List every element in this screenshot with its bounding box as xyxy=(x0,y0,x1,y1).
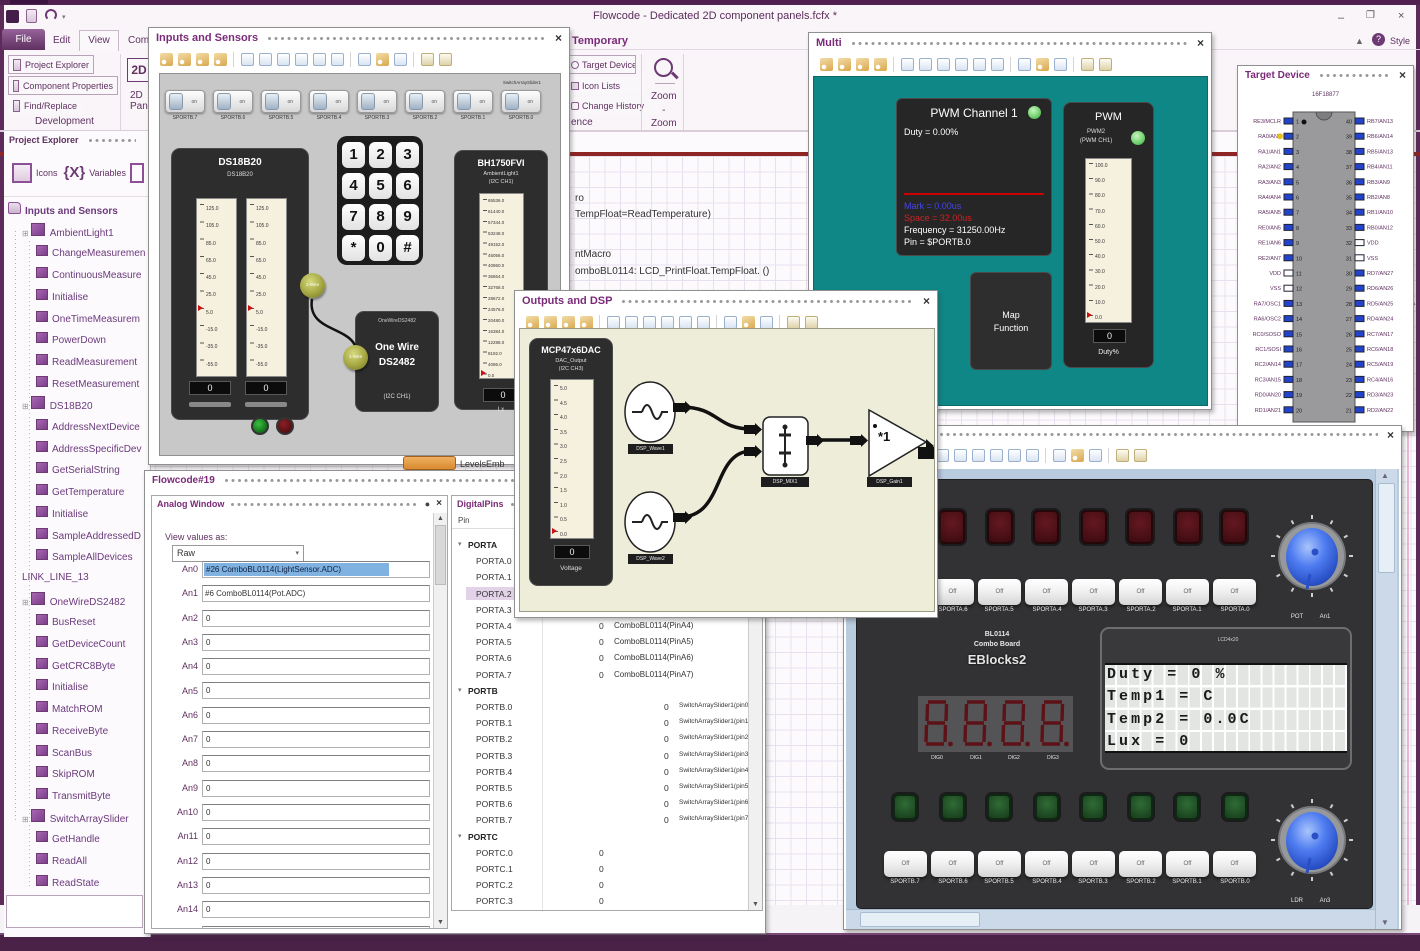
svg-text:9: 9 xyxy=(1296,241,1299,247)
svg-text:RC7/AN17: RC7/AN17 xyxy=(1367,332,1393,338)
svg-text:6: 6 xyxy=(1296,196,1299,202)
svg-text:RD1/AN21: RD1/AN21 xyxy=(1255,408,1281,414)
svg-text:18: 18 xyxy=(1296,378,1302,384)
svg-text:RC3/AN15: RC3/AN15 xyxy=(1255,377,1281,383)
svg-text:RD2/AN22: RD2/AN22 xyxy=(1367,408,1393,414)
svg-text:RA2/AN2: RA2/AN2 xyxy=(1258,165,1281,171)
svg-text:RC6/AN18: RC6/AN18 xyxy=(1367,347,1393,353)
svg-text:37: 37 xyxy=(1346,165,1352,171)
svg-text:16: 16 xyxy=(1296,348,1302,354)
svg-text:RD7/AN27: RD7/AN27 xyxy=(1367,271,1393,277)
svg-text:RD0/AN20: RD0/AN20 xyxy=(1255,393,1281,399)
svg-text:RD5/AN25: RD5/AN25 xyxy=(1367,301,1393,307)
svg-text:VDD: VDD xyxy=(1367,241,1379,247)
svg-text:24: 24 xyxy=(1346,363,1352,369)
svg-text:30: 30 xyxy=(1346,272,1352,278)
svg-text:12: 12 xyxy=(1296,287,1302,293)
svg-text:31: 31 xyxy=(1346,256,1352,262)
svg-text:15: 15 xyxy=(1296,332,1302,338)
svg-text:1: 1 xyxy=(1296,120,1299,126)
svg-text:RB7/AN13: RB7/AN13 xyxy=(1367,119,1393,125)
svg-text:RB3/AN9: RB3/AN9 xyxy=(1367,180,1390,186)
svg-text:2: 2 xyxy=(1296,135,1299,141)
svg-text:38: 38 xyxy=(1346,150,1352,156)
svg-text:RD3/AN23: RD3/AN23 xyxy=(1367,393,1393,399)
svg-text:28: 28 xyxy=(1346,302,1352,308)
svg-text:VSS: VSS xyxy=(1367,256,1378,262)
svg-text:39: 39 xyxy=(1346,135,1352,141)
svg-text:26: 26 xyxy=(1346,332,1352,338)
svg-text:RB1/AN10: RB1/AN10 xyxy=(1367,210,1393,216)
svg-text:36: 36 xyxy=(1346,180,1352,186)
svg-text:RC5/AN19: RC5/AN19 xyxy=(1367,362,1393,368)
svg-text:3: 3 xyxy=(1296,150,1299,156)
svg-text:13: 13 xyxy=(1296,302,1302,308)
svg-text:23: 23 xyxy=(1346,378,1352,384)
svg-text:VSS: VSS xyxy=(1270,286,1281,292)
svg-text:8: 8 xyxy=(1296,226,1299,232)
svg-text:17: 17 xyxy=(1296,363,1302,369)
svg-text:RC2/AN14: RC2/AN14 xyxy=(1255,362,1281,368)
svg-text:RE2/AN7: RE2/AN7 xyxy=(1258,256,1281,262)
svg-text:RE3/MCLR: RE3/MCLR xyxy=(1253,119,1281,125)
svg-text:4: 4 xyxy=(1296,165,1299,171)
svg-text:7: 7 xyxy=(1296,211,1299,217)
svg-text:RC4/AN16: RC4/AN16 xyxy=(1367,377,1393,383)
svg-text:RE1/AN6: RE1/AN6 xyxy=(1258,241,1281,247)
svg-text:RB4/AN11: RB4/AN11 xyxy=(1367,165,1393,171)
svg-text:14: 14 xyxy=(1296,317,1302,323)
svg-text:27: 27 xyxy=(1346,317,1352,323)
svg-text:32: 32 xyxy=(1346,241,1352,247)
svg-text:25: 25 xyxy=(1346,348,1352,354)
svg-text:34: 34 xyxy=(1346,211,1352,217)
svg-text:22: 22 xyxy=(1346,393,1352,399)
svg-text:RA3/AN3: RA3/AN3 xyxy=(1258,180,1281,186)
svg-text:*1: *1 xyxy=(878,429,890,444)
svg-text:RA7/OSC1: RA7/OSC1 xyxy=(1254,301,1281,307)
svg-text:RB2/AN8: RB2/AN8 xyxy=(1367,195,1390,201)
svg-text:RA4/AN4: RA4/AN4 xyxy=(1258,195,1281,201)
svg-text:10: 10 xyxy=(1296,256,1302,262)
svg-text:RE0/AN5: RE0/AN5 xyxy=(1258,225,1281,231)
svg-text:RB6/AN14: RB6/AN14 xyxy=(1367,134,1393,140)
svg-text:29: 29 xyxy=(1346,287,1352,293)
svg-text:5: 5 xyxy=(1296,180,1299,186)
svg-text:40: 40 xyxy=(1346,120,1352,126)
svg-text:11: 11 xyxy=(1296,272,1302,278)
svg-text:21: 21 xyxy=(1346,408,1352,414)
svg-text:19: 19 xyxy=(1296,393,1302,399)
svg-text:RC1/SOSI: RC1/SOSI xyxy=(1255,347,1281,353)
svg-text:RD4/AN24: RD4/AN24 xyxy=(1367,317,1393,323)
svg-text:RC0/SOSO: RC0/SOSO xyxy=(1253,332,1282,338)
svg-text:VDD: VDD xyxy=(1269,271,1281,277)
svg-text:20: 20 xyxy=(1296,408,1302,414)
svg-text:RD6/AN26: RD6/AN26 xyxy=(1367,286,1393,292)
svg-text:RA6/OSC2: RA6/OSC2 xyxy=(1254,317,1281,323)
svg-text:RA5/AN5: RA5/AN5 xyxy=(1258,210,1281,216)
svg-text:RB5/AN13: RB5/AN13 xyxy=(1367,149,1393,155)
svg-text:RA1/AN1: RA1/AN1 xyxy=(1258,149,1281,155)
svg-text:33: 33 xyxy=(1346,226,1352,232)
svg-text:35: 35 xyxy=(1346,196,1352,202)
svg-text:RB0/AN12: RB0/AN12 xyxy=(1367,225,1393,231)
